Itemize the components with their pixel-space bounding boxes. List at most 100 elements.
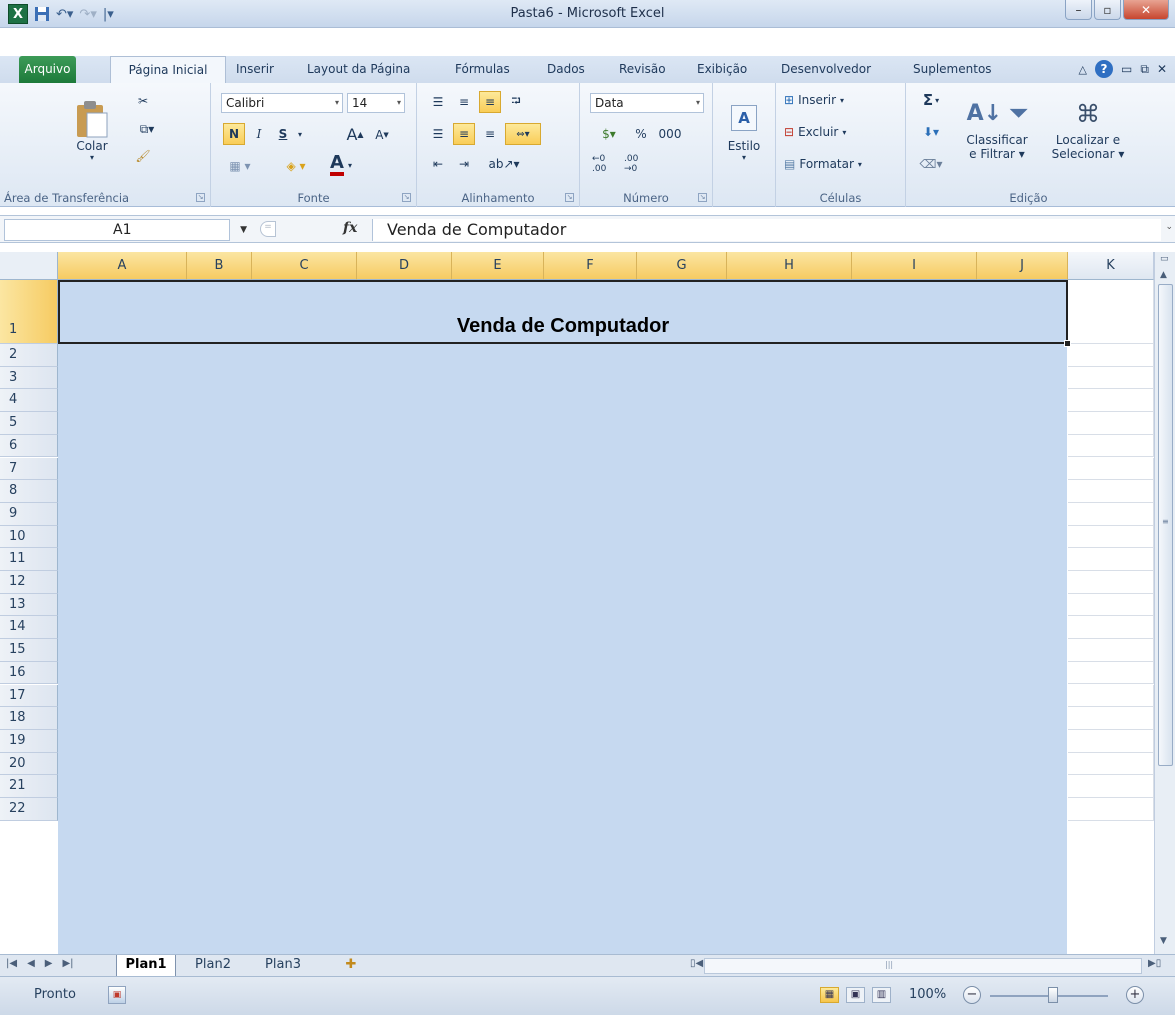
thousands-separator-button[interactable]: 000 [656,123,684,145]
row-header-14[interactable]: 14 [0,616,58,640]
maximize-icon[interactable]: ▫ [1094,0,1121,20]
fill-icon[interactable]: ⬇▾ [916,121,946,143]
normal-view-icon[interactable]: ▦ [820,987,839,1003]
insert-cells-button[interactable]: ⊞ Inserir ▾ [784,89,844,111]
cell-k5[interactable] [1068,412,1154,435]
cell-k11[interactable] [1068,548,1154,571]
align-top-icon[interactable]: ☰ [427,91,449,113]
cell-k9[interactable] [1068,502,1154,526]
orientation-icon[interactable]: ab↗▾ [487,153,521,175]
tab-home[interactable]: Página Inicial [110,56,226,83]
sort-filter-button[interactable]: A↓ ⏷ Classificar e Filtrar ▾ [954,89,1040,179]
row-header-20[interactable]: 20 [0,752,58,776]
zoom-level[interactable]: 100% [909,987,946,1002]
font-family-select[interactable]: Calibri ▾ [221,93,343,113]
increase-indent-icon[interactable]: ⇥ [453,153,475,175]
number-format-select[interactable]: Data ▾ [590,93,704,113]
cell-k22[interactable] [1068,798,1154,821]
macro-record-icon[interactable]: ▣ [108,986,126,1004]
tab-review[interactable]: Revisão [619,56,666,83]
column-header-f[interactable]: F [544,252,637,280]
workbook-restore-icon[interactable]: ⧉ [1140,62,1149,77]
row-header-18[interactable]: 18 [0,707,58,730]
fill-color-icon[interactable]: ◈ ▾ [277,155,315,177]
column-header-g[interactable]: G [637,252,727,280]
tab-data[interactable]: Dados [547,56,585,83]
bold-button[interactable]: N [223,123,245,145]
cell-k10[interactable] [1068,525,1154,549]
cell-k6[interactable] [1068,434,1154,458]
column-header-d[interactable]: D [357,252,452,280]
increase-decimal-icon[interactable]: ←0 .00 [592,153,620,175]
row-header-9[interactable]: 9 [0,502,58,526]
zoom-slider-thumb[interactable] [1048,987,1058,1003]
styles-button[interactable]: A Estilo ▾ [721,91,767,175]
page-layout-view-icon[interactable]: ▣ [846,987,865,1003]
name-box[interactable]: A1 ▼ [4,219,247,241]
accounting-format-icon[interactable]: $▾ [592,123,626,145]
cell-k18[interactable] [1068,707,1154,730]
delete-cells-button[interactable]: ⊟ Excluir ▾ [784,121,846,143]
shrink-font-button[interactable]: A ▼ [371,125,393,145]
column-header-k[interactable]: K [1068,252,1154,280]
row-header-21[interactable]: 21 [0,775,58,798]
tab-insert[interactable]: Inserir [236,56,274,83]
workbook-minimize-icon[interactable]: ▭ [1121,62,1132,76]
expand-formula-bar-icon[interactable]: ⌄ [1165,222,1173,232]
font-color-icon[interactable]: A ▾ [321,153,361,177]
clipboard-launcher-icon[interactable]: ↘ [196,193,205,202]
align-middle-icon[interactable]: ≡ [453,91,475,113]
minimize-icon[interactable]: – [1065,0,1092,20]
format-cells-button[interactable]: ▤ Formatar ▾ [784,153,862,175]
cell-k17[interactable] [1068,684,1154,708]
split-box-icon[interactable]: ▭ [1160,254,1169,264]
borders-icon[interactable]: ▦ ▾ [221,155,259,177]
prev-sheet-icon[interactable]: ◀ [27,958,35,969]
tab-split-icon[interactable]: ▯◀ [690,958,703,969]
row-header-22[interactable]: 22 [0,798,58,821]
row-header-1[interactable]: 1 [0,280,58,344]
select-all-corner[interactable] [0,252,58,280]
next-sheet-icon[interactable]: ▶ [45,958,53,969]
cell-k3[interactable] [1068,366,1154,390]
merge-center-icon[interactable]: ⇔▾ [505,123,541,145]
merged-title-cell[interactable]: Venda de Computador [58,280,1068,344]
cell-k13[interactable] [1068,593,1154,617]
tab-addins[interactable]: Suplementos [913,56,992,83]
row-header-8[interactable]: 8 [0,480,58,503]
row-header-5[interactable]: 5 [0,412,58,435]
name-box-dropdown-icon[interactable]: ▼ [240,220,247,240]
row-header-3[interactable]: 3 [0,366,58,390]
decrease-indent-icon[interactable]: ⇤ [427,153,449,175]
insert-sheet-icon[interactable]: ✚ [336,955,366,976]
row-header-11[interactable]: 11 [0,548,58,571]
percent-button[interactable]: % [632,123,650,145]
cut-icon[interactable]: ✂ [132,91,154,111]
cell-k21[interactable] [1068,775,1154,798]
decrease-decimal-icon[interactable]: .00 →0 [624,153,652,175]
column-header-i[interactable]: I [852,252,977,280]
cell-k12[interactable] [1068,571,1154,594]
cell-k15[interactable] [1068,639,1154,662]
alignment-launcher-icon[interactable]: ↘ [565,193,574,202]
row-header-4[interactable]: 4 [0,389,58,413]
column-header-h[interactable]: H [727,252,852,280]
tab-formulas[interactable]: Fórmulas [455,56,510,83]
cell-k19[interactable] [1068,729,1154,753]
zoom-in-icon[interactable]: + [1126,986,1144,1004]
copy-icon[interactable]: ⧉▾ [130,119,164,139]
grow-font-button[interactable]: A ▲ [343,123,367,145]
autosum-icon[interactable]: Σ ▾ [916,89,946,111]
column-header-a[interactable]: A [58,252,187,280]
last-sheet-icon[interactable]: ▶| [62,958,73,969]
tab-page-layout[interactable]: Layout da Página [307,56,410,83]
underline-button[interactable]: S [273,123,293,145]
vertical-scrollbar[interactable]: ▭ ▲ ≡ ▼ [1154,252,1175,954]
scroll-up-icon[interactable]: ▲ [1160,270,1167,280]
cell-k4[interactable] [1068,389,1154,413]
row-header-19[interactable]: 19 [0,729,58,753]
scroll-down-icon[interactable]: ▼ [1160,936,1167,946]
row-header-17[interactable]: 17 [0,684,58,708]
filled-range[interactable] [58,280,1067,954]
format-painter-icon[interactable]: 🖌 [132,145,154,167]
